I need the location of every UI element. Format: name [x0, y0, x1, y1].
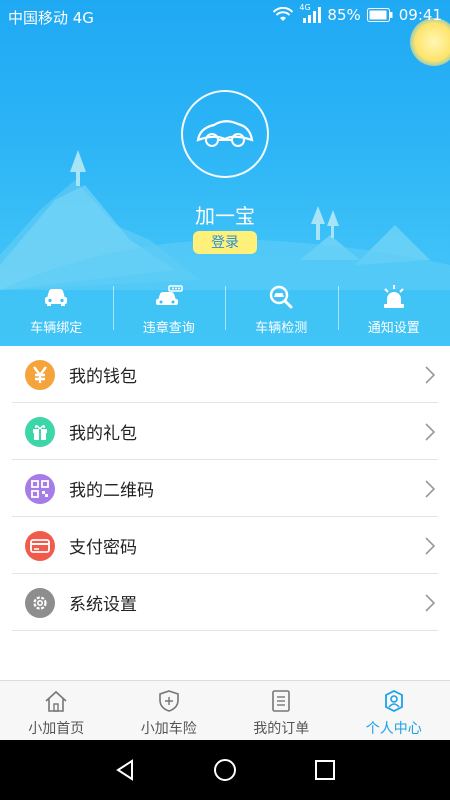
chevron-right-icon [425, 536, 436, 555]
wifi-icon [273, 7, 294, 21]
menu-list: 我的钱包 我的礼包 我的二维码 支付密码 系统设置 [0, 346, 450, 631]
recents-icon[interactable] [313, 758, 337, 782]
carrier-text: 中国移动 4G [8, 9, 94, 27]
chevron-right-icon [425, 479, 436, 498]
yen-icon [25, 359, 55, 390]
tab-orders[interactable]: 我的订单 [225, 681, 338, 740]
battery-percent: 85% [327, 6, 361, 24]
tab-insurance[interactable]: 小加车险 [113, 681, 226, 740]
tab-profile[interactable]: 个人中心 [338, 681, 450, 740]
person-icon [381, 688, 407, 714]
clock: 09:41 [398, 6, 442, 24]
gift-icon [25, 416, 55, 447]
menu-item-qrcode[interactable]: 我的二维码 [0, 460, 450, 517]
order-icon [268, 688, 294, 714]
quick-action-label: 通知设置 [367, 321, 420, 336]
avatar[interactable] [181, 90, 269, 178]
chevron-right-icon [425, 593, 436, 612]
login-button[interactable]: 登录 [193, 231, 257, 254]
status-bar: 中国移动 4G 4G 85% 09:41 [0, 0, 450, 32]
menu-label: 支付密码 [69, 538, 137, 558]
quick-action-vehicle-binding[interactable]: 车辆绑定 [0, 282, 113, 338]
home-icon [43, 688, 69, 714]
quick-actions: 车辆绑定 违章查询 车辆检测 通知设置 [0, 282, 450, 338]
menu-item-payment-password[interactable]: 支付密码 [0, 517, 450, 574]
username: 加一宝 [195, 204, 255, 228]
tab-label: 小加车险 [140, 721, 197, 737]
network-type: 4G [299, 3, 311, 12]
menu-label: 我的二维码 [69, 481, 154, 501]
gear-icon [25, 587, 55, 618]
card-icon [25, 530, 55, 561]
shield-icon [156, 688, 182, 714]
menu-label: 我的礼包 [69, 424, 137, 444]
back-icon[interactable] [113, 758, 137, 782]
profile-header: 中国移动 4G 4G 85% 09:41 加一宝 登录 车辆绑定 违章查询 车辆… [0, 0, 450, 346]
car-icon [42, 284, 70, 310]
menu-item-system-settings[interactable]: 系统设置 [0, 574, 450, 631]
quick-action-notification-settings[interactable]: 通知设置 [337, 282, 450, 338]
inspect-icon [267, 284, 295, 310]
qrcode-icon [25, 473, 55, 504]
tab-label: 个人中心 [365, 721, 422, 737]
quick-action-label: 车辆检测 [255, 321, 308, 336]
alarm-light-icon [380, 284, 408, 310]
battery-icon [366, 8, 393, 22]
tab-home[interactable]: 小加首页 [0, 681, 113, 740]
home-circle-icon[interactable] [213, 758, 237, 782]
quick-action-vehicle-inspection[interactable]: 车辆检测 [225, 282, 338, 338]
status-indicators: 4G 85% 09:41 [273, 3, 442, 24]
menu-item-gift[interactable]: 我的礼包 [0, 403, 450, 460]
quick-action-violation-query[interactable]: 违章查询 [112, 282, 226, 338]
bottom-tab-bar: 小加首页 小加车险 我的订单 个人中心 [0, 680, 450, 740]
quick-action-label: 车辆绑定 [30, 321, 83, 336]
tab-label: 小加首页 [28, 721, 85, 737]
menu-item-wallet[interactable]: 我的钱包 [0, 346, 450, 403]
quick-action-label: 违章查询 [142, 321, 195, 336]
android-nav-bar [0, 740, 450, 800]
menu-label: 系统设置 [69, 595, 137, 615]
signal-icon: 4G [299, 3, 322, 23]
chevron-right-icon [425, 365, 436, 384]
logo-car-icon [196, 120, 254, 147]
chevron-right-icon [425, 422, 436, 441]
menu-label: 我的钱包 [69, 367, 137, 387]
tab-label: 我的订单 [253, 721, 310, 737]
traffic-camera-icon [155, 284, 183, 310]
